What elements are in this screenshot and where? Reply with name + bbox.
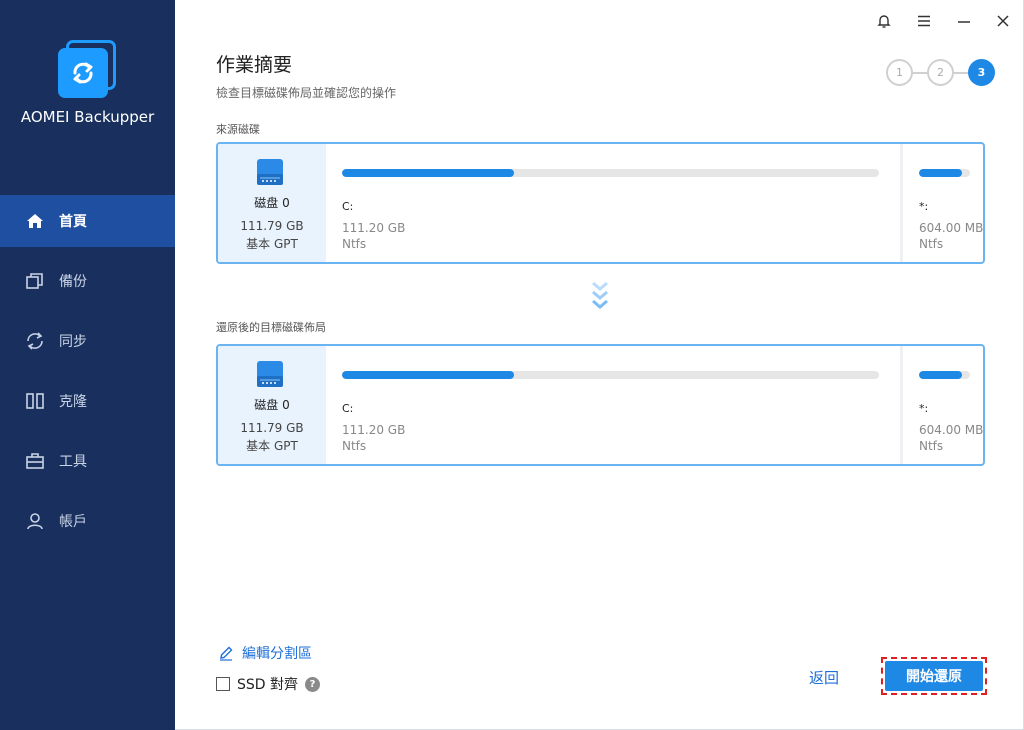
- disk-type: 基本 GPT: [246, 439, 298, 453]
- ssd-align-option[interactable]: SSD 對齊 ?: [216, 674, 321, 694]
- partition-filesystem: Ntfs: [342, 439, 367, 453]
- close-button[interactable]: [991, 9, 1015, 33]
- double-chevron-down-icon: [592, 281, 608, 309]
- sidebar-item-clone[interactable]: 克隆: [0, 375, 175, 427]
- sidebar-item-label: 工具: [59, 454, 87, 470]
- partition-c[interactable]: C: 111.20 GB Ntfs: [326, 144, 896, 262]
- back-button[interactable]: 返回: [809, 667, 839, 688]
- target-disk-info[interactable]: 磁盘 0 111.79 GB 基本 GPT: [218, 346, 326, 464]
- menu-button[interactable]: [912, 9, 936, 33]
- partition-usage-bar: [919, 169, 970, 177]
- partition-filesystem: Ntfs: [919, 439, 944, 453]
- disk-size: 111.79 GB: [240, 421, 304, 435]
- logo-sync-icon: [73, 62, 93, 84]
- disk-type: 基本 GPT: [246, 237, 298, 251]
- clone-icon: [25, 391, 45, 411]
- help-icon[interactable]: ?: [305, 676, 321, 692]
- close-icon: [997, 15, 1009, 27]
- partition-size: 111.20 GB: [342, 423, 406, 437]
- sidebar-item-account[interactable]: 帳戶: [0, 495, 175, 547]
- partition-filesystem: Ntfs: [342, 237, 367, 251]
- sidebar-item-label: 帳戶: [59, 514, 87, 530]
- ssd-align-label: SSD 對齊: [237, 677, 299, 693]
- target-disk-label: 還原後的目標磁碟佈局: [216, 321, 326, 334]
- page-subtitle: 檢查目標磁碟佈局並確認您的操作: [216, 86, 397, 100]
- minimize-icon: [958, 21, 970, 23]
- pencil-icon: [220, 646, 233, 661]
- partition-size: 604.00 MB: [919, 221, 984, 235]
- hard-disk-icon: [257, 159, 283, 185]
- partition-c[interactable]: C: 111.20 GB Ntfs: [326, 346, 896, 464]
- backup-icon: [25, 271, 45, 291]
- step-connector: [953, 72, 968, 74]
- sidebar-item-label: 同步: [59, 334, 87, 350]
- ssd-align-checkbox[interactable]: [216, 677, 230, 691]
- source-disk-label: 來源磁碟: [216, 123, 260, 136]
- sidebar-item-tools[interactable]: 工具: [0, 435, 175, 487]
- app-logo: [58, 40, 118, 100]
- bell-icon: [877, 15, 891, 28]
- partition-unlettered[interactable]: *: 604.00 MB Ntfs: [900, 144, 984, 262]
- sync-icon: [25, 331, 45, 351]
- partition-usage-bar: [342, 371, 879, 379]
- partition-size: 111.20 GB: [342, 221, 406, 235]
- sidebar-item-home[interactable]: 首頁: [0, 195, 175, 247]
- sidebar-nav: 首頁 備份 同步 克隆 工具 帳戶: [0, 195, 175, 555]
- sidebar-item-label: 克隆: [59, 394, 87, 410]
- start-restore-button[interactable]: 開始還原: [885, 661, 983, 691]
- notification-bell-button[interactable]: [872, 9, 896, 33]
- sidebar-item-label: 備份: [59, 274, 87, 290]
- target-disk-panel[interactable]: 磁盘 0 111.79 GB 基本 GPT C: 111.20 GB Ntfs …: [216, 344, 985, 466]
- sidebar: AOMEI Backupper 首頁 備份 同步 克隆 工具 帳戶: [0, 0, 175, 730]
- sidebar-item-label: 首頁: [59, 214, 87, 230]
- disk-size: 111.79 GB: [240, 219, 304, 233]
- page-title: 作業摘要: [216, 54, 293, 76]
- partition-filesystem: Ntfs: [919, 237, 944, 251]
- partition-unlettered[interactable]: *: 604.00 MB Ntfs: [900, 346, 984, 464]
- partition-letter: *:: [919, 402, 929, 415]
- partition-usage-bar: [342, 169, 879, 177]
- partition-usage-bar: [919, 371, 970, 379]
- step-3-indicator: 3: [968, 59, 995, 86]
- partition-size: 604.00 MB: [919, 423, 984, 437]
- home-icon: [25, 211, 45, 231]
- source-disk-panel[interactable]: 磁盘 0 111.79 GB 基本 GPT C: 111.20 GB Ntfs …: [216, 142, 985, 264]
- partition-letter: C:: [342, 200, 354, 213]
- user-icon: [25, 511, 45, 531]
- source-disk-info[interactable]: 磁盘 0 111.79 GB 基本 GPT: [218, 144, 326, 262]
- start-restore-highlight: 開始還原: [881, 657, 987, 695]
- step-1-indicator: 1: [886, 59, 913, 86]
- toolbox-icon: [25, 451, 45, 471]
- sidebar-item-backup[interactable]: 備份: [0, 255, 175, 307]
- partition-letter: C:: [342, 402, 354, 415]
- sidebar-item-sync[interactable]: 同步: [0, 315, 175, 367]
- partition-letter: *:: [919, 200, 929, 213]
- minimize-button[interactable]: [952, 9, 976, 33]
- step-connector: [912, 72, 927, 74]
- hamburger-icon: [918, 15, 930, 27]
- step-2-indicator: 2: [927, 59, 954, 86]
- edit-partitions-label: 編輯分割區: [242, 646, 312, 662]
- disk-name: 磁盘 0: [254, 398, 290, 412]
- hard-disk-icon: [257, 361, 283, 387]
- disk-name: 磁盘 0: [254, 196, 290, 210]
- app-name: AOMEI Backupper: [20, 108, 155, 126]
- edit-partitions-link[interactable]: 編輯分割區: [218, 643, 312, 663]
